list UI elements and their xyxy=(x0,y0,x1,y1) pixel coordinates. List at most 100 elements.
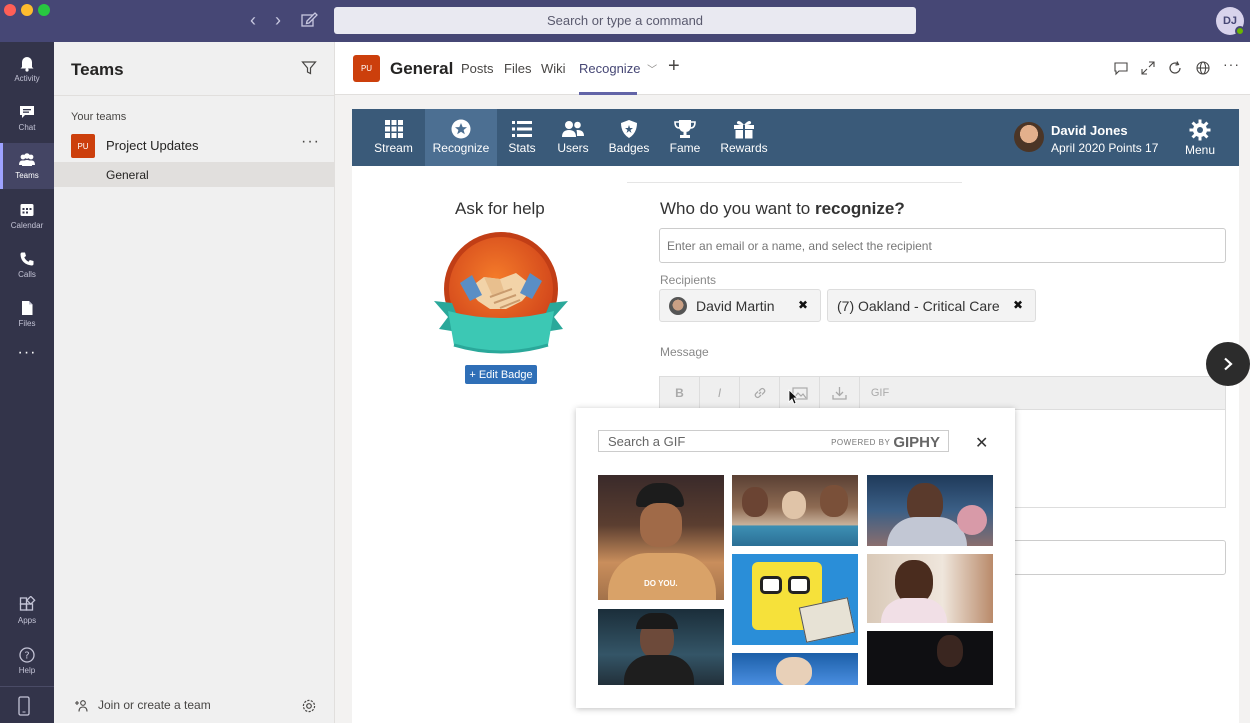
tab-content: Stream Recognize Stats Users Badges Fame xyxy=(335,95,1250,723)
refresh-icon[interactable] xyxy=(1167,60,1183,76)
remove-recipient-icon[interactable]: ✖ xyxy=(798,298,808,312)
gift-icon xyxy=(734,121,754,139)
gif-thumbnail[interactable] xyxy=(732,554,858,645)
channel-team-avatar: PU xyxy=(353,55,380,82)
rail-chat[interactable]: Chat xyxy=(0,95,54,141)
maximize-window-button[interactable] xyxy=(38,4,50,16)
rail-label: Chat xyxy=(18,123,36,132)
mobile-app-button[interactable] xyxy=(0,686,54,723)
user-avatar[interactable]: DJ xyxy=(1216,7,1245,36)
rail-more-icon[interactable]: ··· xyxy=(0,344,54,390)
bell-icon xyxy=(20,57,34,72)
tab-recognize[interactable]: Recognize ﹀ xyxy=(579,61,657,76)
nav-label: Stream xyxy=(374,141,413,155)
nav-users[interactable]: Users xyxy=(552,109,594,166)
panel-title: Teams xyxy=(71,60,124,79)
rail-label: Calendar xyxy=(10,221,44,230)
conversation-icon[interactable] xyxy=(1113,60,1129,76)
edit-badge-button[interactable]: + Edit Badge xyxy=(465,365,537,384)
tab-posts[interactable]: Posts xyxy=(461,61,494,76)
apps-icon xyxy=(19,596,36,611)
rail-help[interactable]: ? Help xyxy=(0,638,54,684)
divider xyxy=(627,182,962,183)
gif-thumbnail[interactable] xyxy=(867,475,993,546)
image-button[interactable] xyxy=(780,377,820,409)
giphy-picker: Search a GIF POWERED BY GIPHY ✕ DO YOU. xyxy=(576,408,1015,708)
tab-files[interactable]: Files xyxy=(504,61,531,76)
nav-label: Stats xyxy=(508,141,536,155)
recipient-chip: David Martin ✖ xyxy=(659,289,821,322)
rail-activity[interactable]: Activity xyxy=(0,46,54,92)
expand-icon[interactable] xyxy=(1140,60,1156,76)
rail-label: Teams xyxy=(15,171,39,180)
recipients-label: Recipients xyxy=(660,273,717,287)
teams-panel: Teams Your teams PU Project Updates ··· … xyxy=(54,42,335,723)
gif-thumbnail[interactable] xyxy=(867,631,993,685)
nav-label: Rewards xyxy=(720,141,768,155)
gif-thumbnail[interactable] xyxy=(598,609,724,685)
user-points: April 2020 Points 17 xyxy=(1051,141,1159,155)
nav-stats[interactable]: Stats xyxy=(502,109,542,166)
user-avatar[interactable] xyxy=(1014,122,1044,152)
nav-recognize[interactable]: Recognize xyxy=(425,109,497,166)
list-icon xyxy=(512,121,532,137)
gif-thumbnail[interactable] xyxy=(867,554,993,623)
more-options-icon[interactable]: ··· xyxy=(301,133,320,151)
filter-icon[interactable] xyxy=(301,60,317,81)
nav-fame[interactable]: Fame xyxy=(665,109,705,166)
nav-stream[interactable]: Stream xyxy=(366,109,421,166)
compose-icon[interactable] xyxy=(298,9,320,31)
nav-badges[interactable]: Badges xyxy=(606,109,652,166)
gif-search-input[interactable]: Search a GIF POWERED BY GIPHY xyxy=(598,430,949,452)
nav-menu[interactable]: Menu xyxy=(1177,109,1223,166)
message-toolbar: B I GIF xyxy=(659,376,1226,409)
gif-thumbnail[interactable] xyxy=(732,653,858,685)
recipient-search-input[interactable]: Enter an email or a name, and select the… xyxy=(659,228,1226,263)
download-button[interactable] xyxy=(820,377,860,409)
handshake-badge-icon xyxy=(434,229,568,359)
chevron-down-icon: ﹀ xyxy=(647,65,658,76)
forward-arrow-icon[interactable]: › xyxy=(268,10,288,31)
gear-icon xyxy=(1189,119,1211,141)
close-icon[interactable]: ✕ xyxy=(975,433,988,453)
divider xyxy=(54,95,335,96)
join-create-team-button[interactable]: Join or create a team xyxy=(74,698,211,713)
close-window-button[interactable] xyxy=(4,4,16,16)
tab-wiki[interactable]: Wiki xyxy=(541,61,566,76)
mouse-cursor-icon xyxy=(788,389,799,410)
giphy-logo: GIPHY xyxy=(893,434,940,451)
recognize-app: Stream Recognize Stats Users Badges Fame xyxy=(352,109,1239,723)
nav-rewards[interactable]: Rewards xyxy=(719,109,769,166)
minimize-window-button[interactable] xyxy=(21,4,33,16)
app-rail: Activity Chat Teams Calendar Calls Files… xyxy=(0,42,54,723)
chat-icon xyxy=(20,106,34,118)
rail-calls[interactable]: Calls xyxy=(0,242,54,288)
giphy-attribution: POWERED BY GIPHY xyxy=(831,434,940,451)
channel-item-general[interactable]: General xyxy=(54,162,335,187)
rail-files[interactable]: Files xyxy=(0,291,54,337)
gif-caption: DO YOU. xyxy=(644,579,678,588)
rail-apps[interactable]: Apps xyxy=(0,588,54,634)
gif-thumbnail[interactable]: DO YOU. xyxy=(598,475,724,600)
next-arrow-button[interactable] xyxy=(1206,342,1250,386)
rail-teams[interactable]: Teams xyxy=(0,143,54,189)
rail-label: Activity xyxy=(14,74,40,83)
remove-recipient-icon[interactable]: ✖ xyxy=(1013,298,1023,312)
bold-button[interactable]: B xyxy=(660,377,700,409)
phone-icon xyxy=(20,252,34,266)
settings-gear-icon[interactable] xyxy=(301,698,317,719)
rail-label: Apps xyxy=(17,616,37,625)
rail-label: Files xyxy=(18,319,36,328)
globe-icon[interactable] xyxy=(1195,60,1211,76)
more-options-icon[interactable]: ··· xyxy=(1223,56,1239,72)
italic-button[interactable]: I xyxy=(700,377,740,409)
link-button[interactable] xyxy=(740,377,780,409)
back-arrow-icon[interactable]: ‹ xyxy=(243,10,263,31)
gif-thumbnail[interactable] xyxy=(732,475,858,546)
add-tab-icon[interactable]: + xyxy=(668,55,680,78)
command-search-input[interactable]: Search or type a command xyxy=(334,7,916,34)
team-item-project-updates[interactable]: PU Project Updates ··· xyxy=(54,130,335,160)
rail-calendar[interactable]: Calendar xyxy=(0,193,54,239)
gif-button[interactable]: GIF xyxy=(860,377,900,409)
grid-icon xyxy=(384,120,403,138)
